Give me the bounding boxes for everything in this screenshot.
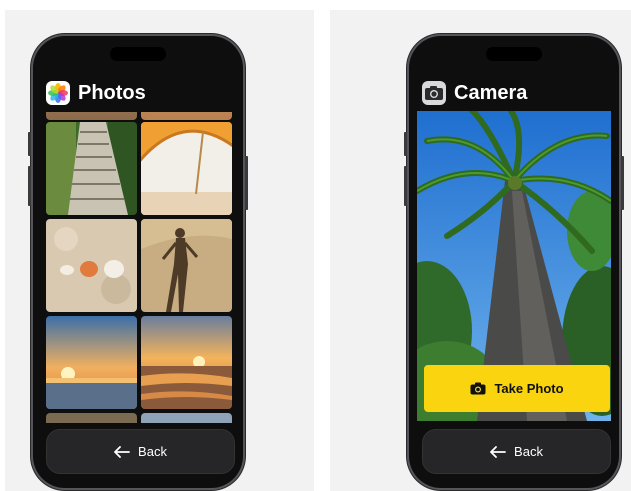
photo-thumbnail[interactable]	[46, 112, 137, 120]
arrow-left-icon	[490, 445, 506, 458]
arrow-left-icon	[114, 445, 130, 458]
back-button-label: Back	[514, 444, 543, 459]
photos-app-icon[interactable]	[46, 81, 70, 105]
photo-thumbnail[interactable]	[46, 413, 137, 423]
back-button[interactable]: Back	[422, 429, 611, 474]
app-header: Camera	[422, 80, 527, 106]
beach-umbrella-photo[interactable]	[141, 122, 232, 215]
app-header: Photos	[46, 80, 146, 106]
camera-icon	[470, 382, 486, 395]
side-button	[621, 156, 624, 210]
dynamic-island	[110, 47, 166, 61]
back-button-label: Back	[138, 444, 167, 459]
photo-thumbnail[interactable]	[141, 413, 232, 423]
phone-camera: Camera Take Photo Back	[404, 36, 624, 488]
photo-grid	[46, 112, 233, 423]
side-button	[28, 132, 31, 156]
seashells-photo[interactable]	[46, 219, 137, 312]
photo-thumbnail[interactable]	[141, 112, 232, 120]
shadow-on-sand-photo[interactable]	[141, 219, 232, 312]
phone-photos: Photos Back	[28, 36, 248, 488]
ocean-sunset-photo[interactable]	[141, 316, 232, 409]
side-button	[404, 132, 407, 156]
dynamic-island	[486, 47, 542, 61]
app-title: Camera	[454, 81, 528, 104]
take-photo-label: Take Photo	[494, 381, 564, 396]
back-button[interactable]: Back	[46, 429, 235, 474]
app-title: Photos	[78, 81, 146, 104]
side-button	[245, 156, 248, 210]
camera-app-icon[interactable]	[422, 81, 446, 105]
side-button	[404, 166, 407, 206]
stone-stairs-photo[interactable]	[46, 122, 137, 215]
side-button	[28, 166, 31, 206]
sunset-photo[interactable]	[46, 316, 137, 409]
take-photo-button[interactable]: Take Photo	[424, 365, 610, 412]
